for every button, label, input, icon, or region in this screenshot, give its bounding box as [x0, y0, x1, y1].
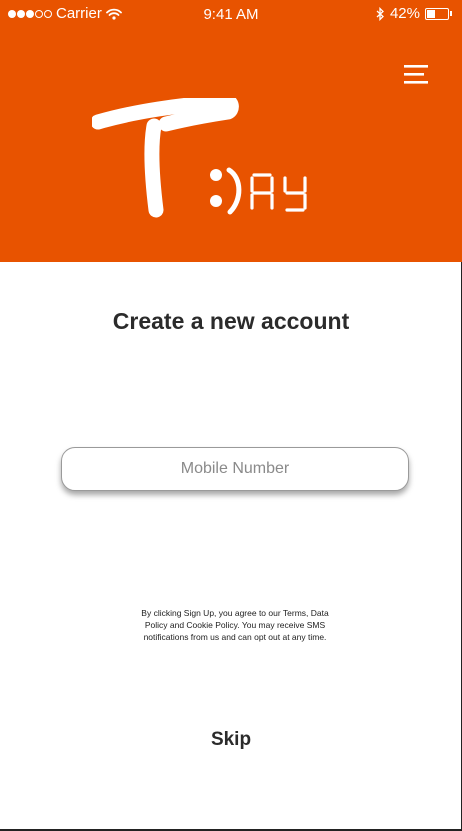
page-title: Create a new account: [112, 308, 350, 334]
battery-percent: 42%: [389, 5, 420, 22]
skip-button[interactable]: Skip: [0, 729, 462, 751]
bluetooth-icon: [376, 6, 384, 21]
create-account-screen: Carrier 9:41 AM 42% Create a new account…: [0, 0, 462, 831]
app-logo: [92, 98, 307, 218]
battery-fill: [427, 9, 435, 18]
header: Carrier 9:41 AM 42%: [0, 0, 462, 262]
mobile-number-input[interactable]: [61, 447, 409, 491]
hamburger-menu-icon[interactable]: [402, 62, 430, 90]
battery-icon: [425, 7, 452, 20]
status-right: 42%: [376, 5, 452, 22]
status-bar: Carrier 9:41 AM 42%: [0, 0, 462, 30]
terms-notice: By clicking Sign Up, you agree to our Te…: [141, 608, 329, 642]
